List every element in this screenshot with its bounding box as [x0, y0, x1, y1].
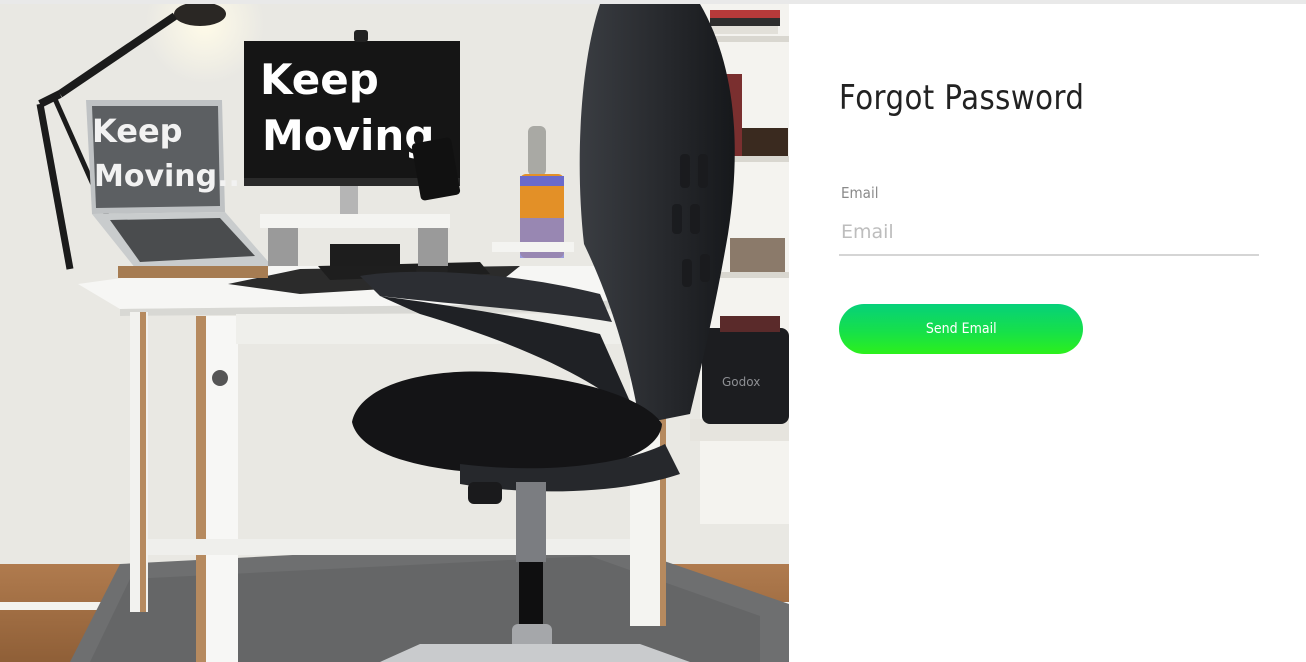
forgot-password-page: Godox Keep Moving.. Keep Moving. Forgot …: [0, 0, 1306, 662]
email-label: Email: [841, 184, 879, 202]
email-input[interactable]: [839, 216, 1259, 256]
send-email-button[interactable]: Send Email: [839, 304, 1083, 354]
laptop-text-line2: Moving..: [94, 159, 240, 194]
monitor-text-line1: Keep: [260, 55, 379, 104]
workspace-photo: Godox Keep Moving.. Keep Moving.: [0, 4, 789, 662]
bag-brand-text: Godox: [722, 375, 760, 389]
forgot-password-form: Forgot Password Email Send Email: [789, 4, 1306, 662]
page-title: Forgot Password: [839, 78, 1085, 118]
send-email-button-label: Send Email: [925, 321, 997, 337]
laptop-text-line1: Keep: [92, 112, 183, 150]
